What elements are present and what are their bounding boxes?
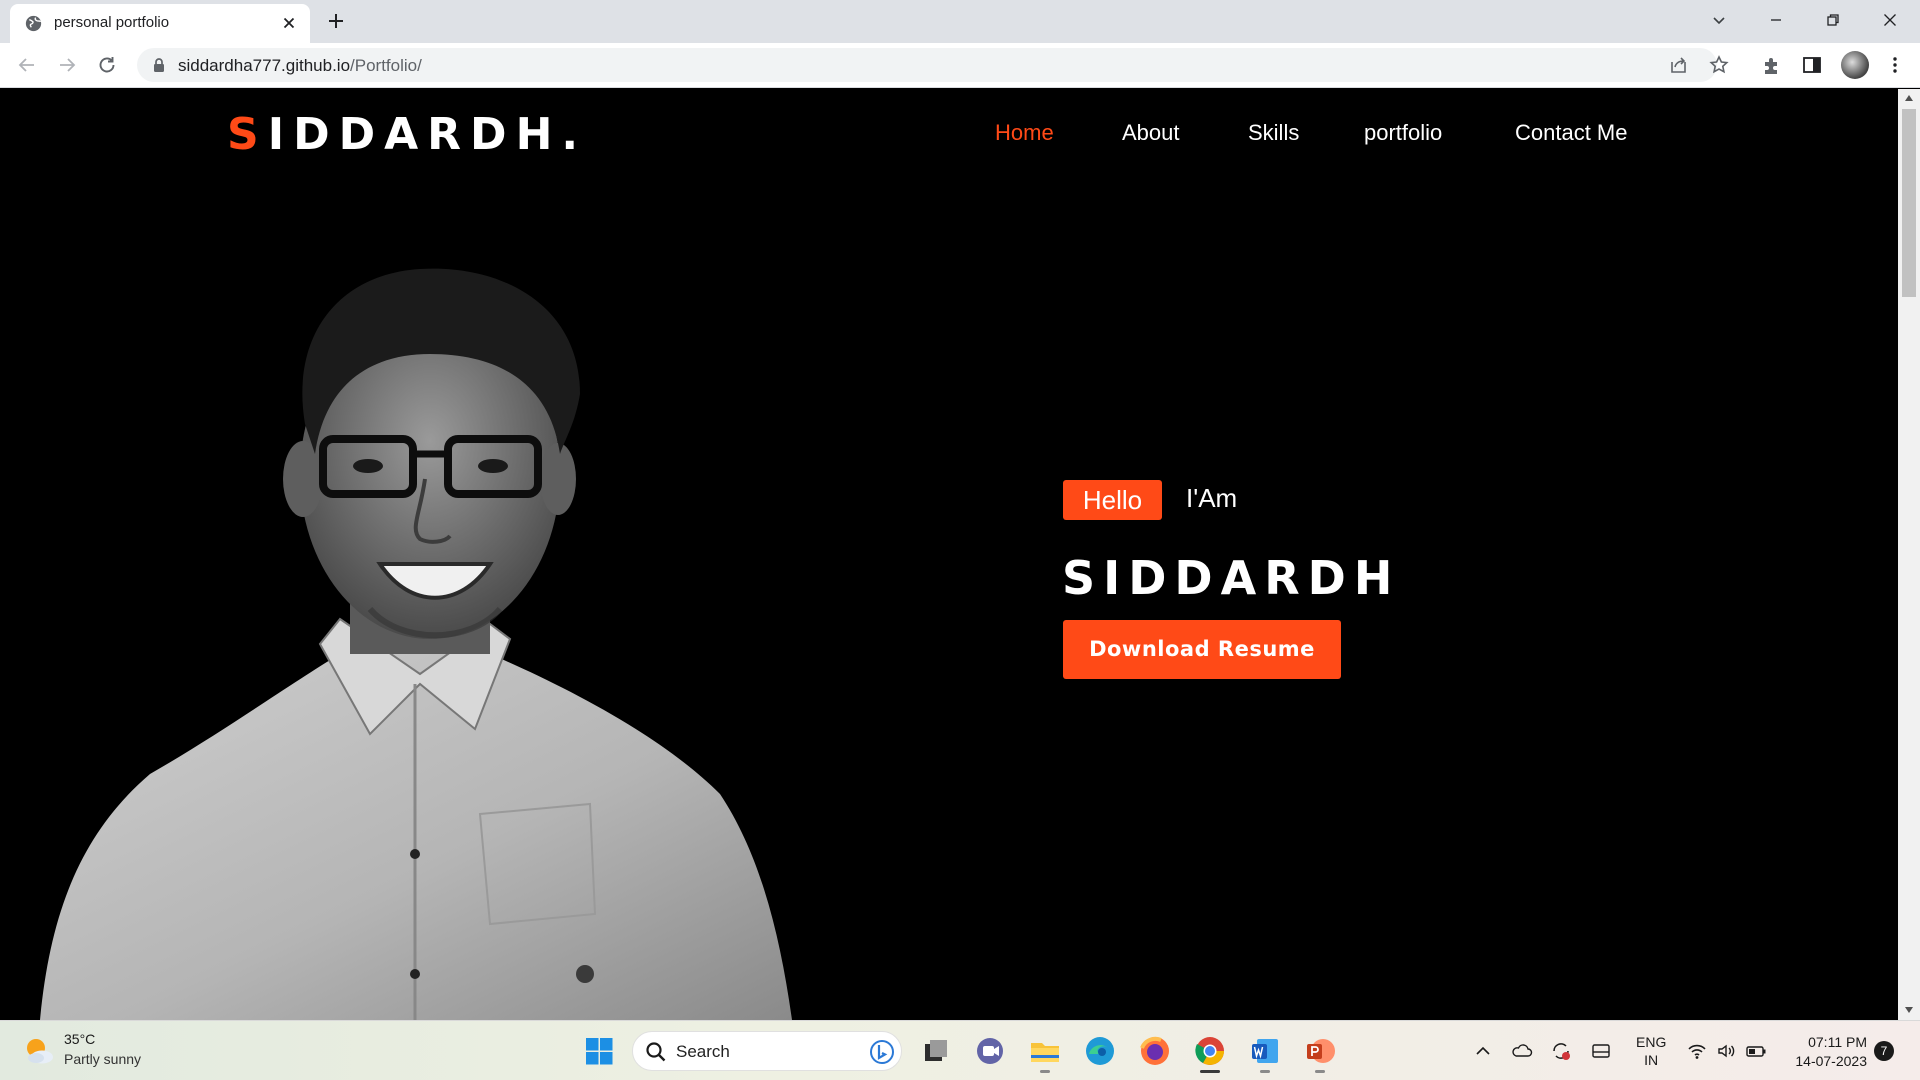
page-scrollbar[interactable] bbox=[1898, 89, 1920, 1020]
search-placeholder: Search bbox=[676, 1042, 730, 1061]
address-bar[interactable]: siddardha777.github.io/Portfolio/ bbox=[137, 48, 1729, 82]
teams-chat-icon[interactable] bbox=[973, 1034, 1007, 1068]
close-tab-icon[interactable] bbox=[280, 14, 298, 32]
globe-icon bbox=[25, 15, 42, 32]
browser-toolbar: siddardha777.github.io/Portfolio/ bbox=[0, 43, 1920, 88]
hello-badge: Hello bbox=[1063, 480, 1162, 520]
chevron-up-icon[interactable] bbox=[1472, 1040, 1494, 1062]
download-resume-button[interactable]: Download Resume bbox=[1063, 620, 1341, 679]
onedrive-cloud-icon[interactable] bbox=[1511, 1040, 1533, 1062]
explorer-running-indicator bbox=[1040, 1070, 1050, 1073]
scroll-down-arrow-icon[interactable] bbox=[1904, 1006, 1914, 1014]
windows-taskbar: 35°C Partly sunny Search ENG IN 07:11 PM… bbox=[0, 1020, 1920, 1080]
tab-search-icon[interactable] bbox=[1707, 8, 1731, 32]
chrome-active-indicator bbox=[1200, 1070, 1220, 1073]
nav-contact-me[interactable]: Contact Me bbox=[1515, 120, 1628, 146]
sync-icon[interactable] bbox=[1550, 1040, 1572, 1062]
portfolio-page: SIDDARDH. Home About Skills portfolio Co… bbox=[0, 89, 1898, 1020]
language-indicator[interactable]: ENG IN bbox=[1636, 1033, 1666, 1069]
lock-icon[interactable] bbox=[152, 57, 166, 73]
reload-icon[interactable] bbox=[96, 54, 118, 76]
share-icon[interactable] bbox=[1668, 54, 1690, 76]
profile-portrait bbox=[40, 268, 792, 1020]
firefox-icon[interactable] bbox=[1138, 1034, 1172, 1068]
bookmark-star-icon[interactable] bbox=[1708, 54, 1730, 76]
weather-description[interactable]: Partly sunny bbox=[64, 1051, 141, 1067]
word-running-indicator bbox=[1260, 1070, 1270, 1073]
task-view-icon[interactable] bbox=[918, 1034, 952, 1068]
bing-icon[interactable] bbox=[869, 1039, 895, 1065]
i-am-label: I'Am bbox=[1186, 483, 1238, 513]
touch-keyboard-icon[interactable] bbox=[1590, 1040, 1612, 1062]
battery-icon[interactable] bbox=[1745, 1040, 1767, 1062]
new-tab-icon[interactable] bbox=[326, 11, 346, 31]
edge-icon[interactable] bbox=[1083, 1034, 1117, 1068]
notification-count-badge[interactable]: 7 bbox=[1874, 1041, 1894, 1061]
weather-temperature[interactable]: 35°C bbox=[64, 1031, 95, 1047]
scroll-up-arrow-icon[interactable] bbox=[1904, 94, 1914, 102]
search-icon bbox=[646, 1042, 666, 1062]
restore-icon[interactable] bbox=[1821, 8, 1845, 32]
chrome-icon[interactable] bbox=[1193, 1034, 1227, 1068]
tab-title: personal portfolio bbox=[54, 14, 170, 31]
start-icon[interactable] bbox=[582, 1034, 616, 1068]
volume-icon[interactable] bbox=[1715, 1040, 1737, 1062]
system-clock[interactable]: 07:11 PM 14-07-2023 bbox=[1783, 1033, 1867, 1071]
powerpoint-icon[interactable] bbox=[1303, 1034, 1337, 1068]
wifi-icon[interactable] bbox=[1686, 1040, 1708, 1062]
side-panel-icon[interactable] bbox=[1801, 54, 1823, 76]
extensions-puzzle-icon[interactable] bbox=[1761, 54, 1783, 76]
taskbar-search[interactable]: Search bbox=[632, 1031, 902, 1071]
back-arrow-icon[interactable] bbox=[16, 54, 38, 76]
minimize-icon[interactable] bbox=[1764, 8, 1788, 32]
nav-about[interactable]: About bbox=[1122, 120, 1180, 146]
url-text[interactable]: siddardha777.github.io/Portfolio/ bbox=[178, 56, 422, 76]
word-icon[interactable] bbox=[1248, 1034, 1282, 1068]
site-logo[interactable]: SIDDARDH. bbox=[227, 109, 587, 160]
nav-skills[interactable]: Skills bbox=[1248, 120, 1299, 146]
browser-tab[interactable]: personal portfolio bbox=[10, 4, 310, 43]
forward-arrow-icon[interactable] bbox=[56, 54, 78, 76]
close-window-icon[interactable] bbox=[1878, 8, 1902, 32]
hero-name: SIDDARDH bbox=[1062, 551, 1401, 605]
partly-sunny-icon[interactable] bbox=[22, 1034, 56, 1068]
scroll-thumb[interactable] bbox=[1902, 109, 1916, 297]
nav-home[interactable]: Home bbox=[995, 120, 1054, 146]
powerpoint-running-indicator bbox=[1315, 1070, 1325, 1073]
more-menu-icon[interactable] bbox=[1884, 54, 1906, 76]
nav-portfolio[interactable]: portfolio bbox=[1364, 120, 1442, 146]
file-explorer-icon[interactable] bbox=[1028, 1034, 1062, 1068]
browser-tabstrip: personal portfolio bbox=[0, 0, 1920, 43]
profile-avatar[interactable] bbox=[1841, 51, 1869, 79]
